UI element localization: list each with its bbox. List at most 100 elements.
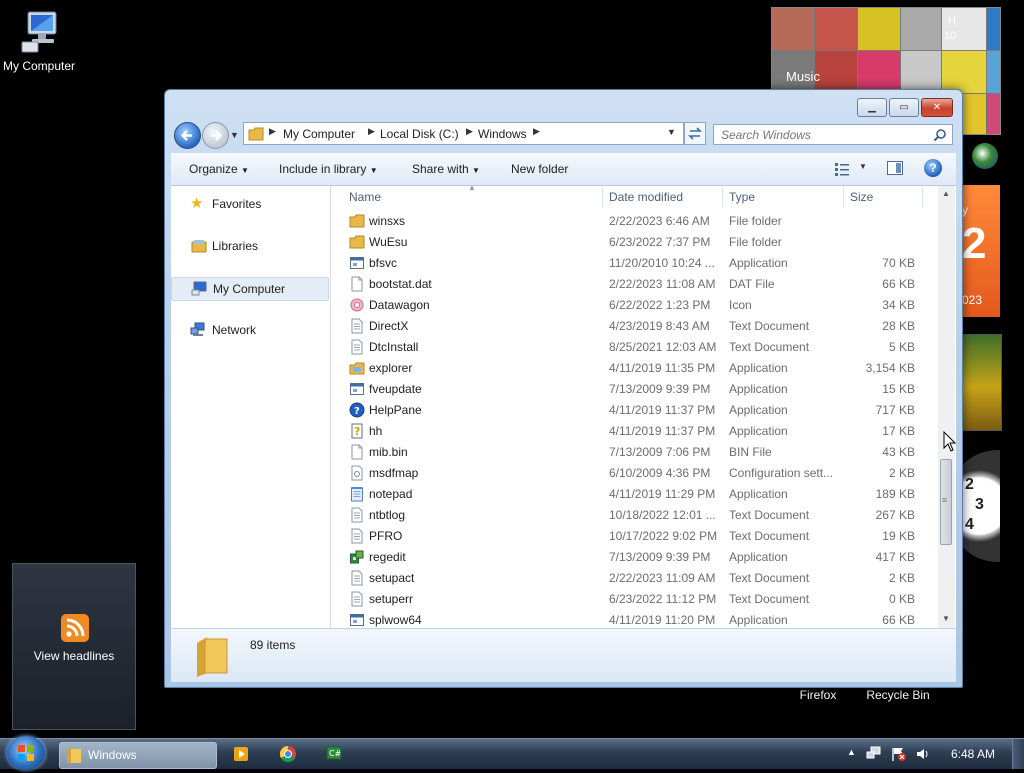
- file-row[interactable]: explorer 4/11/2019 11:35 PM Application 3,1…: [331, 358, 936, 379]
- calendar-gadget[interactable]: y 2 023: [962, 185, 1000, 317]
- refresh-button[interactable]: [684, 122, 706, 145]
- column-header-type[interactable]: Type: [729, 190, 755, 204]
- include-in-library-menu[interactable]: Include in library ▼: [279, 162, 378, 176]
- search-input[interactable]: Search Windows: [713, 124, 953, 145]
- breadcrumb-separator[interactable]: ▶: [533, 126, 540, 137]
- vertical-scrollbar[interactable]: ▲ ≡ ▼: [938, 186, 955, 628]
- organize-label: Organize: [189, 162, 238, 176]
- file-row[interactable]: bootstat.dat 2/22/2023 11:08 AM DAT File 66…: [331, 274, 936, 295]
- file-date-modified: 4/11/2019 11:35 PM: [609, 361, 716, 375]
- file-type: Application: [729, 361, 788, 375]
- maximize-button[interactable]: ▭: [889, 98, 919, 117]
- recent-pages-dropdown[interactable]: ▼: [230, 130, 239, 140]
- search-icon[interactable]: [933, 128, 947, 142]
- media-gadget-hour: H: [948, 15, 956, 27]
- file-row[interactable]: bfsvc 11/20/2010 10:24 ... Application 70 K…: [331, 253, 936, 274]
- folder-icon: [349, 214, 365, 228]
- file-row[interactable]: ntbtlog 10/18/2022 12:01 ... Text Document…: [331, 505, 936, 526]
- column-divider[interactable]: [602, 186, 603, 208]
- taskbar-button-label: Windows: [88, 748, 137, 762]
- column-divider[interactable]: [843, 186, 844, 208]
- desktop-icon-recycle-bin[interactable]: Recycle Bin: [860, 688, 936, 702]
- organize-menu[interactable]: Organize ▼: [189, 162, 249, 176]
- csharp-app-icon: C#: [326, 746, 342, 760]
- network-tray-icon[interactable]: [866, 746, 882, 762]
- file-size: 2 KB: [888, 466, 915, 480]
- file-size: 2 KB: [888, 571, 915, 585]
- breadcrumb-my-computer[interactable]: My Computer: [283, 127, 355, 141]
- slideshow-gadget[interactable]: [962, 334, 1002, 431]
- file-row[interactable]: winsxs 2/22/2023 6:46 AM File folder: [331, 211, 936, 232]
- forward-button[interactable]: [202, 122, 229, 149]
- new-folder-button[interactable]: New folder: [511, 162, 568, 176]
- back-button[interactable]: [174, 122, 201, 149]
- start-button[interactable]: [7, 736, 45, 770]
- view-options-button[interactable]: ▼: [832, 160, 870, 178]
- breadcrumb-local-disk[interactable]: Local Disk (C:): [380, 127, 459, 141]
- nav-item-network[interactable]: Network: [171, 319, 327, 341]
- file-date-modified: 4/11/2019 11:29 PM: [609, 487, 716, 501]
- taskbar-button-windows[interactable]: Windows: [59, 742, 217, 769]
- rss-view-headlines[interactable]: View headlines: [13, 649, 135, 663]
- breadcrumb-separator[interactable]: ▶: [269, 126, 276, 137]
- file-type: Application: [729, 613, 788, 627]
- taskbar-pin-csharp-app[interactable]: C#: [321, 742, 347, 767]
- file-row[interactable]: WuEsu 6/23/2022 7:37 PM File folder: [331, 232, 936, 253]
- column-divider[interactable]: [722, 186, 723, 208]
- file-type: Application: [729, 487, 788, 501]
- desktop-icon-my-computer[interactable]: My Computer: [0, 10, 79, 73]
- file-icon: [351, 444, 363, 460]
- file-row[interactable]: setuperr 6/23/2022 11:12 PM Text Document 0…: [331, 589, 936, 610]
- computer-icon: [191, 281, 207, 296]
- desktop-icon-firefox[interactable]: Firefox: [790, 688, 846, 702]
- breadcrumb-separator[interactable]: ▶: [466, 126, 473, 137]
- help-icon: ?: [929, 161, 937, 175]
- file-row[interactable]: DtcInstall 8/25/2021 12:03 AM Text Documen…: [331, 337, 936, 358]
- rss-gadget[interactable]: View headlines: [12, 563, 136, 730]
- file-row[interactable]: msdfmap 6/10/2009 4:36 PM Configuration se…: [331, 463, 936, 484]
- file-row[interactable]: ? hh 4/11/2019 11:37 PM Application 17 KB: [331, 421, 936, 442]
- scroll-down-arrow-icon[interactable]: ▼: [942, 614, 950, 623]
- file-name: Datawagon: [369, 298, 430, 312]
- file-name: HelpPane: [369, 403, 422, 417]
- action-center-flag-icon[interactable]: [891, 746, 907, 762]
- nav-item-libraries[interactable]: Libraries: [171, 235, 327, 257]
- file-name: DtcInstall: [369, 340, 419, 354]
- file-row[interactable]: setupact 2/22/2023 11:09 AM Text Document 2…: [331, 568, 936, 589]
- file-row[interactable]: PFRO 10/17/2022 9:02 PM Text Document 19 KB: [331, 526, 936, 547]
- breadcrumb-separator[interactable]: ▶: [368, 126, 375, 137]
- file-row[interactable]: regedit 7/13/2009 9:39 PM Application 417 K…: [331, 547, 936, 568]
- column-divider[interactable]: [922, 186, 923, 208]
- file-row[interactable]: mib.bin 7/13/2009 7:06 PM BIN File 43 KB: [331, 442, 936, 463]
- file-row[interactable]: ? HelpPane 4/11/2019 11:37 PM Application 71…: [331, 400, 936, 421]
- show-hidden-icons-button[interactable]: ▲: [847, 747, 856, 757]
- media-player-icon: [234, 747, 248, 761]
- preview-pane-button[interactable]: [887, 161, 903, 175]
- taskbar-pin-media-player[interactable]: [228, 742, 254, 767]
- nav-item-favorites[interactable]: ★ Favorites: [171, 193, 327, 215]
- column-header-name[interactable]: Name: [349, 190, 381, 204]
- file-row[interactable]: Datawagon 6/22/2022 1:23 PM Icon 34 KB: [331, 295, 936, 316]
- file-size: 43 KB: [882, 445, 915, 459]
- column-header-size[interactable]: Size: [850, 190, 873, 204]
- breadcrumb-windows[interactable]: Windows: [478, 127, 527, 141]
- volume-icon[interactable]: [915, 746, 931, 762]
- file-name: explorer: [369, 361, 413, 375]
- close-button[interactable]: ✕: [921, 98, 953, 117]
- file-size: 0 KB: [888, 592, 915, 606]
- file-row[interactable]: notepad 4/11/2019 11:29 PM Application 189 …: [331, 484, 936, 505]
- file-row[interactable]: DirectX 4/23/2019 8:43 AM Text Document 28 …: [331, 316, 936, 337]
- address-dropdown[interactable]: ▼: [667, 127, 676, 137]
- share-with-menu[interactable]: Share with ▼: [412, 162, 480, 176]
- nav-item-my-computer[interactable]: My Computer: [171, 277, 329, 301]
- column-header-date-modified[interactable]: Date modified: [609, 190, 683, 204]
- system-clock[interactable]: 6:48 AM: [951, 747, 995, 761]
- calendar-day: 2: [962, 219, 987, 268]
- scroll-up-arrow-icon[interactable]: ▲: [942, 189, 950, 198]
- minimize-button[interactable]: ▁: [857, 98, 887, 117]
- address-bar[interactable]: ▶ My Computer ▶ Local Disk (C:) ▶ Window…: [243, 122, 684, 145]
- help-button[interactable]: ?: [924, 159, 942, 177]
- show-desktop-button[interactable]: [1012, 739, 1024, 769]
- file-row[interactable]: fveupdate 7/13/2009 9:39 PM Application 15 …: [331, 379, 936, 400]
- taskbar-pin-chrome[interactable]: [275, 742, 301, 767]
